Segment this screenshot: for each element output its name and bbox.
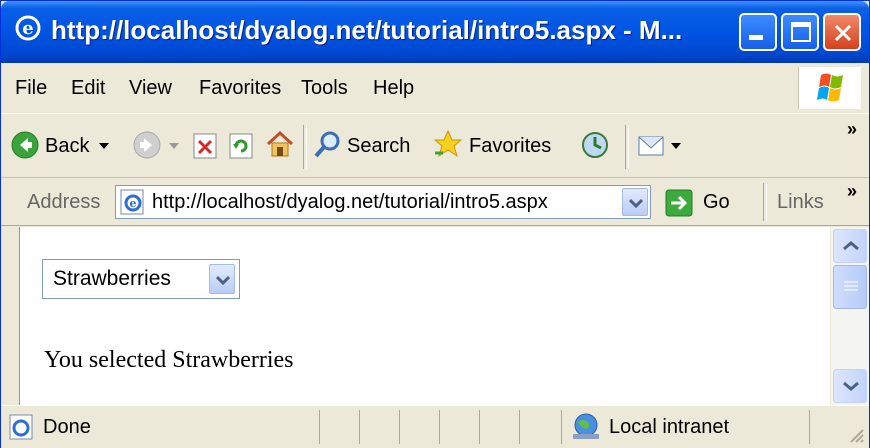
fruit-select-dropdown-button[interactable] — [209, 264, 235, 294]
maximize-icon — [791, 22, 811, 42]
toolbar-overflow-chevron[interactable]: » — [847, 119, 857, 140]
links-label[interactable]: Links — [777, 191, 824, 214]
standard-toolbar: Back Search Favorites » — [1, 115, 869, 178]
scroll-up-button[interactable] — [833, 229, 867, 263]
search-button-label[interactable]: Search — [347, 135, 410, 158]
toolbar-separator — [625, 125, 629, 169]
address-bar: Address e http://localhost/dyalog.net/tu… — [1, 179, 869, 226]
address-input[interactable]: e http://localhost/dyalog.net/tutorial/i… — [115, 185, 651, 219]
svg-text:e: e — [22, 18, 33, 39]
search-icon[interactable] — [313, 129, 343, 159]
toolbar-separator — [303, 125, 307, 169]
resize-grip-icon[interactable] — [847, 426, 865, 444]
status-divider — [359, 410, 360, 444]
close-icon — [834, 24, 852, 42]
menu-edit[interactable]: Edit — [71, 77, 105, 100]
status-text: Done — [43, 416, 91, 438]
back-dropdown-icon[interactable] — [99, 143, 109, 151]
status-divider — [399, 410, 400, 444]
title-bar[interactable]: e http://localhost/dyalog.net/tutorial/i… — [1, 1, 869, 63]
address-separator — [763, 183, 767, 221]
address-label: Address — [27, 191, 101, 213]
stop-icon[interactable] — [193, 133, 217, 159]
svg-text:e: e — [130, 197, 137, 210]
minimize-icon — [749, 35, 763, 40]
local-intranet-icon — [573, 413, 599, 439]
favorites-button-label[interactable]: Favorites — [469, 135, 551, 158]
vertical-scrollbar[interactable] — [831, 227, 869, 405]
status-divider — [519, 410, 520, 444]
menu-favorites[interactable]: Favorites — [199, 77, 281, 100]
selection-result-text: You selected Strawberries — [44, 347, 294, 373]
page-done-icon — [9, 414, 33, 440]
window-title: http://localhost/dyalog.net/tutorial/int… — [51, 15, 683, 45]
go-button-label[interactable]: Go — [703, 191, 730, 214]
maximize-button[interactable] — [781, 13, 819, 51]
minimize-button[interactable] — [739, 13, 777, 51]
status-bar: Done Local intranet — [1, 405, 869, 448]
media-history-icon[interactable] — [581, 131, 609, 159]
fruit-select-value: Strawberries — [53, 267, 171, 290]
refresh-icon[interactable] — [229, 133, 253, 159]
forward-arrow-icon[interactable] — [133, 131, 161, 159]
zone-text: Local intranet — [609, 416, 730, 438]
scroll-thumb[interactable] — [833, 265, 867, 309]
status-divider — [561, 410, 562, 444]
back-arrow-icon[interactable] — [11, 131, 39, 159]
status-divider — [479, 410, 480, 444]
status-divider — [319, 410, 320, 444]
mail-icon[interactable] — [637, 131, 667, 159]
scroll-down-button[interactable] — [833, 369, 867, 403]
ie-logo-icon: e — [15, 15, 41, 41]
status-divider — [809, 410, 810, 444]
chevron-up-icon — [843, 241, 859, 251]
mail-dropdown-icon[interactable] — [671, 143, 681, 151]
home-icon[interactable] — [265, 129, 295, 159]
links-overflow-chevron[interactable]: » — [847, 181, 857, 202]
windows-logo — [798, 67, 861, 109]
go-arrow-icon[interactable] — [665, 189, 693, 217]
close-button[interactable] — [823, 13, 861, 51]
menu-bar: File Edit View Favorites Tools Help — [1, 63, 869, 114]
menu-view[interactable]: View — [129, 77, 172, 100]
address-url: http://localhost/dyalog.net/tutorial/int… — [152, 191, 548, 213]
status-divider — [439, 410, 440, 444]
chevron-down-icon — [843, 381, 859, 391]
windows-flag-icon — [817, 73, 843, 102]
favorites-star-icon[interactable] — [433, 129, 463, 159]
forward-dropdown-icon[interactable] — [169, 143, 179, 151]
fruit-select[interactable]: Strawberries — [42, 259, 240, 299]
page-content: Strawberries You selected Strawberries — [19, 227, 830, 405]
menu-help[interactable]: Help — [373, 77, 414, 100]
menu-file[interactable]: File — [15, 77, 47, 100]
page-ie-icon: e — [120, 189, 144, 215]
address-dropdown-button[interactable] — [622, 188, 648, 216]
menu-tools[interactable]: Tools — [301, 77, 348, 100]
grip-icon — [844, 281, 858, 291]
browser-window: e http://localhost/dyalog.net/tutorial/i… — [0, 0, 870, 448]
back-button-label[interactable]: Back — [45, 135, 89, 158]
chevron-down-icon — [216, 275, 230, 285]
chevron-down-icon — [629, 198, 643, 208]
